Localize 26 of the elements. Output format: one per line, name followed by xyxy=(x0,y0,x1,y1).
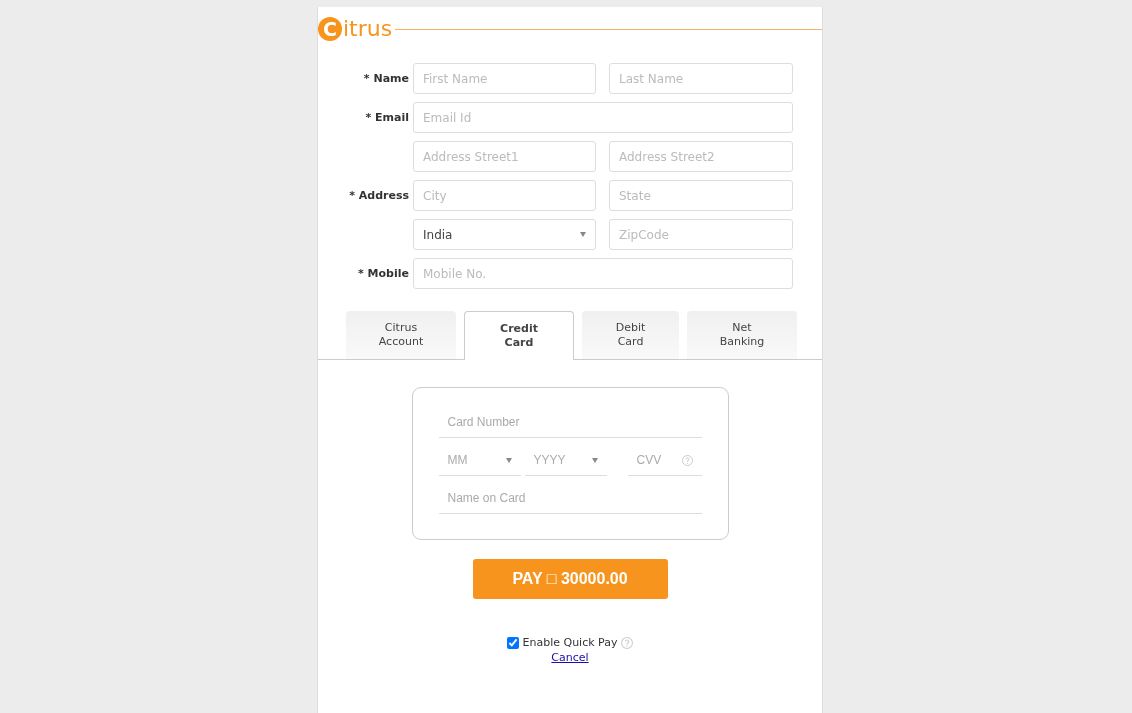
country-dropdown[interactable]: India xyxy=(413,219,596,250)
input-field[interactable]: ZipCode xyxy=(609,219,793,250)
quick-pay-label: Enable Quick Pay xyxy=(522,636,618,649)
field-label: * Mobile xyxy=(358,267,409,280)
input-field[interactable]: Last Name xyxy=(609,63,793,94)
input-field[interactable]: Address Street1 xyxy=(413,141,596,172)
input-field[interactable]: State xyxy=(609,180,793,211)
payment-tab[interactable]: Debit Card xyxy=(582,311,679,359)
input-field[interactable]: Email Id xyxy=(413,102,793,133)
checkbox[interactable] xyxy=(506,636,519,649)
input-field[interactable]: Mobile No. xyxy=(413,258,793,289)
caret-icon xyxy=(505,457,512,463)
payment-tab[interactable]: Citrus Account xyxy=(346,311,456,359)
field-label: * Address xyxy=(349,189,409,202)
help-icon[interactable] xyxy=(621,636,634,649)
field-label: * Email xyxy=(365,111,409,124)
cancel-link[interactable]: Cancel xyxy=(551,651,589,664)
input-field[interactable]: City xyxy=(413,180,596,211)
payment-tab[interactable]: Credit Card xyxy=(464,311,574,360)
help-icon[interactable] xyxy=(681,454,693,466)
caret-icon xyxy=(580,232,586,237)
payment-tab[interactable]: Net Banking xyxy=(687,311,797,359)
field-label: * Name xyxy=(363,72,409,85)
input-field[interactable]: Address Street2 xyxy=(609,141,793,172)
caret-icon xyxy=(591,457,598,463)
input-field[interactable]: First Name xyxy=(413,63,596,94)
